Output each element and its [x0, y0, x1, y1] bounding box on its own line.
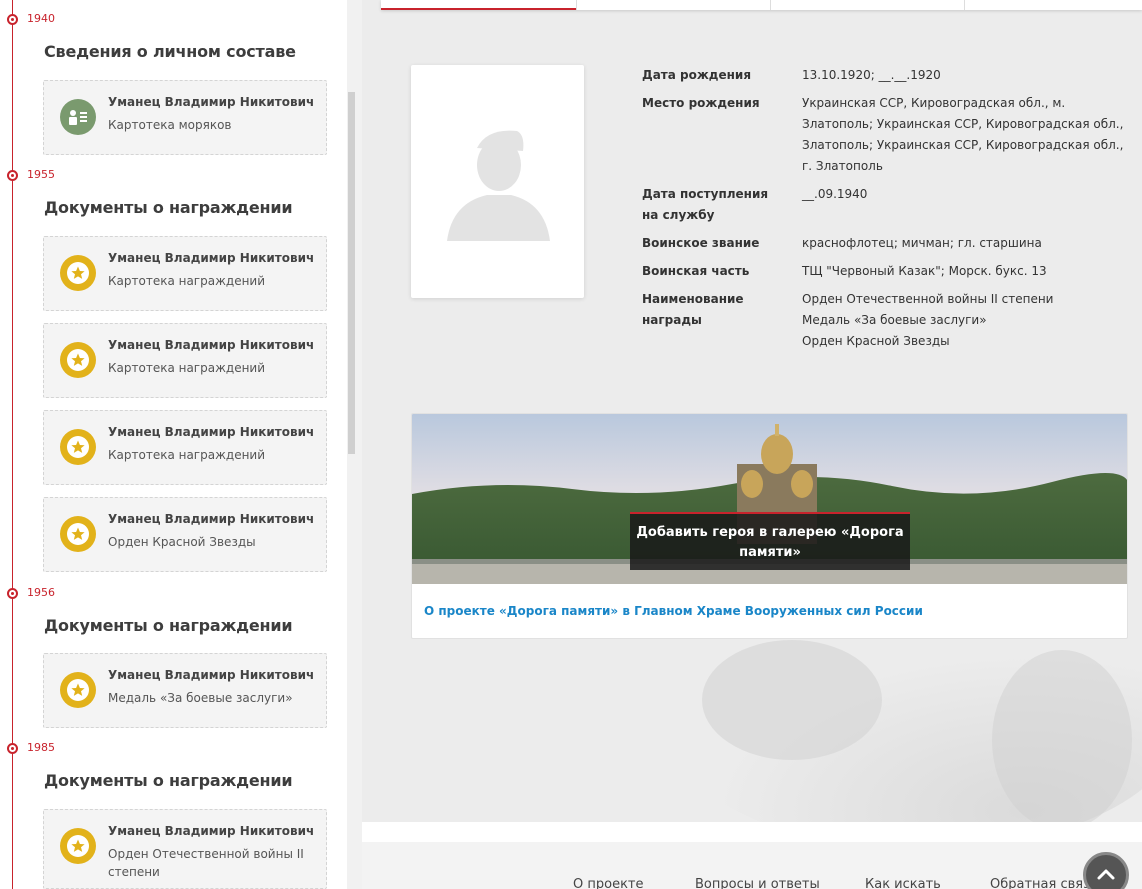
- card-person-name: Уманец Владимир Никитович: [108, 668, 315, 682]
- footer-link-faq[interactable]: Вопросы и ответы: [695, 877, 820, 889]
- card-document-type: Картотека моряков: [108, 118, 232, 132]
- card-document-type: Картотека награждений: [108, 361, 266, 375]
- card-document-type: Медаль «За боевые заслуги»: [108, 691, 293, 705]
- medal-icon: [60, 342, 96, 378]
- document-card[interactable]: Уманец Владимир Никитович Картотека моря…: [43, 80, 327, 155]
- card-document-type: Орден Отечественной войны II степени: [108, 847, 304, 879]
- main-content: Дата рождения 13.10.1920; __.__.1920 Мес…: [362, 0, 1142, 822]
- birth-place-value: Украинская ССР, Кировоградская обл., м. …: [802, 96, 1124, 173]
- memory-road-banner[interactable]: Добавить героя в галерею «Дорога памяти»…: [411, 413, 1128, 639]
- year-label: 1956: [27, 586, 55, 599]
- document-card[interactable]: Уманец Владимир Никитович Орден Красной …: [43, 497, 327, 572]
- medal-icon: [60, 255, 96, 291]
- unit-label: Воинская часть: [642, 264, 750, 278]
- timeline-dot: [7, 588, 18, 599]
- service-start-value: __.09.1940: [802, 187, 868, 201]
- card-person-name: Уманец Владимир Никитович: [108, 95, 315, 109]
- card-person-name: Уманец Владимир Никитович: [108, 251, 315, 265]
- person-photo-placeholder: [411, 65, 584, 298]
- section-title: Документы о награждении: [44, 616, 293, 635]
- award-label: Наименование награды: [642, 292, 744, 327]
- service-start-label: Дата поступления на службу: [642, 187, 769, 222]
- card-document-type: Орден Красной Звезды: [108, 535, 256, 549]
- card-person-name: Уманец Владимир Никитович: [108, 338, 315, 352]
- card-person-name: Уманец Владимир Никитович: [108, 512, 315, 526]
- tab-active-indicator[interactable]: [381, 8, 576, 10]
- timeline-dot: [7, 170, 18, 181]
- award-value-1: Орден Отечественной войны II степени: [802, 292, 1054, 306]
- document-card[interactable]: Уманец Владимир Никитович Картотека нагр…: [43, 410, 327, 485]
- document-card[interactable]: Уманец Владимир Никитович Медаль «За бое…: [43, 653, 327, 728]
- timeline-dot: [7, 743, 18, 754]
- section-title: Сведения о личном составе: [44, 42, 296, 61]
- card-person-name: Уманец Владимир Никитович: [108, 824, 315, 838]
- document-card[interactable]: Уманец Владимир Никитович Картотека нагр…: [43, 323, 327, 398]
- year-label: 1940: [27, 12, 55, 25]
- personnel-card-icon: [60, 99, 96, 135]
- chevron-up-icon: [1097, 869, 1115, 880]
- about-project-link[interactable]: О проекте «Дорога памяти» в Главном Храм…: [424, 604, 923, 618]
- tab-divider: [770, 0, 771, 10]
- year-label: 1955: [27, 168, 55, 181]
- medal-icon: [60, 828, 96, 864]
- medal-icon: [60, 429, 96, 465]
- document-card[interactable]: Уманец Владимир Никитович Орден Отечеств…: [43, 809, 327, 889]
- add-hero-gallery-button[interactable]: Добавить героя в галерею «Дорога памяти»: [630, 512, 910, 570]
- rank-value: краснофлотец; мичман; гл. старшина: [802, 236, 1042, 250]
- card-document-type: Картотека награждений: [108, 448, 266, 462]
- soldier-silhouette-icon: [447, 130, 550, 241]
- document-card[interactable]: Уманец Владимир Никитович Картотека нагр…: [43, 236, 327, 311]
- birth-place-label: Место рождения: [642, 96, 760, 110]
- rank-label: Воинское звание: [642, 236, 760, 250]
- section-title: Документы о награждении: [44, 198, 293, 217]
- footer-top-band: [362, 822, 1142, 842]
- unit-value: ТЩ "Червоный Казак"; Морск. букс. 13: [802, 264, 1047, 278]
- sidebar-scrollbar-thumb[interactable]: [348, 92, 355, 454]
- tab-divider: [576, 0, 577, 10]
- timeline-dot: [7, 14, 18, 25]
- award-value-3: Орден Красной Звезды: [802, 334, 950, 348]
- award-value-2: Медаль «За боевые заслуги»: [802, 313, 987, 327]
- birth-date-value: 13.10.1920; __.__.1920: [802, 68, 941, 82]
- timeline-sidebar: 1940 Сведения о личном составе Уманец Вл…: [0, 0, 347, 889]
- timeline-line: [12, 0, 13, 889]
- card-person-name: Уманец Владимир Никитович: [108, 425, 315, 439]
- medal-icon: [60, 672, 96, 708]
- section-title: Документы о награждении: [44, 771, 293, 790]
- card-document-type: Картотека награждений: [108, 274, 266, 288]
- birth-date-label: Дата рождения: [642, 68, 752, 82]
- footer-link-feedback[interactable]: Обратная связь: [990, 877, 1098, 889]
- footer-link-about[interactable]: О проекте: [573, 877, 644, 889]
- medal-icon: [60, 516, 96, 552]
- footer-link-how-to-search[interactable]: Как искать: [865, 877, 941, 889]
- tab-divider: [964, 0, 965, 10]
- year-label: 1985: [27, 741, 55, 754]
